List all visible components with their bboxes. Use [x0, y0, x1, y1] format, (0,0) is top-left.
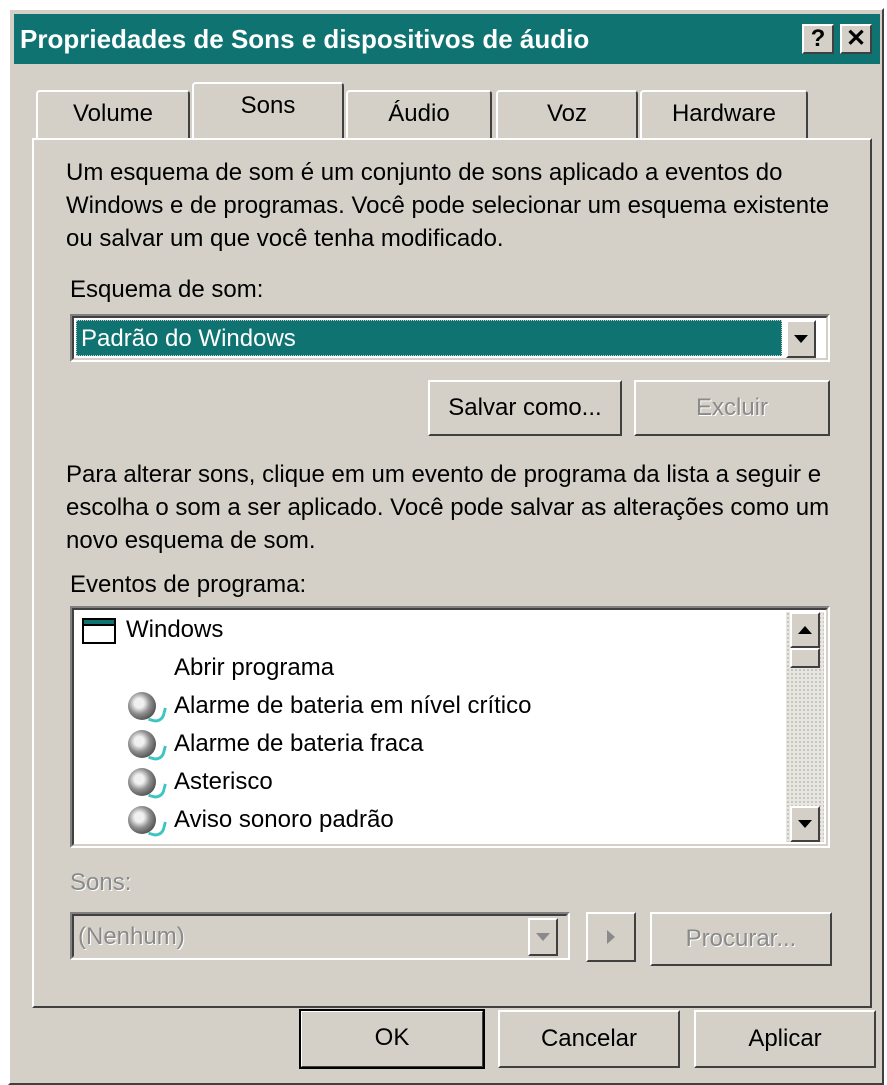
event-abrir-programa[interactable]: Abrir programa	[174, 650, 334, 686]
event-alarme-critico[interactable]: Alarme de bateria em nível crítico	[174, 688, 531, 724]
events-scrollbar[interactable]	[786, 612, 824, 842]
scheme-select[interactable]: Padrão do Windows	[70, 314, 830, 362]
events-label: Eventos de programa:	[70, 571, 307, 598]
scroll-up-button[interactable]	[790, 612, 820, 648]
scheme-label: Esquema de som:	[70, 276, 264, 303]
events-description: Para alterar sons, clique em um evento d…	[66, 461, 830, 554]
sound-select[interactable]: (Nenhum)	[70, 912, 570, 960]
close-button[interactable]: ✕	[840, 24, 872, 54]
scheme-description: Um esquema de som é um conjunto de sons …	[66, 159, 830, 252]
sons-tab-panel: Um esquema de som é um conjunto de sons …	[32, 138, 872, 1008]
sound-selected-value: (Nenhum)	[78, 923, 185, 950]
events-list[interactable]: Windows Abrir programa Alarme de bateria…	[70, 606, 830, 848]
chevron-down-icon	[798, 820, 812, 828]
window-title: Propriedades de Sons e dispositivos de á…	[20, 24, 590, 54]
tab-voz[interactable]: Voz	[496, 90, 638, 138]
chevron-down-icon	[536, 933, 550, 941]
delete-button[interactable]: Excluir	[634, 380, 830, 436]
title-bar: Propriedades de Sons e dispositivos de á…	[14, 14, 880, 64]
apply-button[interactable]: Aplicar	[694, 1010, 876, 1068]
tab-sons[interactable]: Sons	[192, 82, 344, 138]
speaker-icon	[128, 692, 156, 720]
chevron-up-icon	[798, 626, 812, 634]
chevron-down-icon	[794, 335, 808, 343]
browse-button[interactable]: Procurar...	[650, 912, 832, 966]
cancel-button[interactable]: Cancelar	[498, 1010, 680, 1068]
scrollbar-thumb[interactable]	[790, 648, 820, 668]
scroll-down-button[interactable]	[790, 806, 820, 842]
event-alarme-fraca[interactable]: Alarme de bateria fraca	[174, 726, 423, 762]
speaker-icon	[128, 730, 156, 758]
sound-properties-dialog: Propriedades de Sons e dispositivos de á…	[8, 8, 884, 1085]
speaker-icon	[128, 768, 156, 796]
sounds-label: Sons:	[70, 869, 132, 896]
tab-audio[interactable]: Áudio	[346, 90, 492, 138]
tab-volume[interactable]: Volume	[36, 90, 190, 138]
scheme-selected-value: Padrão do Windows	[76, 320, 782, 356]
speaker-icon	[128, 806, 156, 834]
help-button[interactable]: ?	[802, 24, 834, 54]
event-asterisco[interactable]: Asterisco	[174, 764, 273, 800]
save-as-button[interactable]: Salvar como...	[428, 380, 622, 436]
sound-dropdown-button[interactable]	[528, 918, 558, 956]
tab-hardware[interactable]: Hardware	[640, 90, 808, 138]
play-icon	[607, 930, 615, 944]
event-aviso-sonoro[interactable]: Aviso sonoro padrão	[174, 802, 394, 838]
ok-button[interactable]: OK	[299, 1009, 485, 1069]
event-windows[interactable]: Windows	[126, 612, 223, 648]
play-button[interactable]	[586, 912, 636, 962]
scheme-dropdown-button[interactable]	[786, 320, 816, 358]
window-icon	[82, 618, 116, 644]
